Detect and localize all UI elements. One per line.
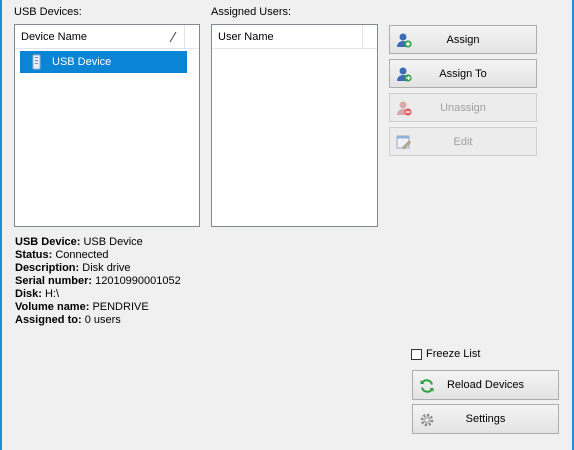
usb-device-icon	[32, 54, 41, 70]
user-name-column-header[interactable]: User Name	[212, 24, 363, 49]
assign-to-button[interactable]: Assign To	[389, 59, 537, 88]
user-name-header-label: User Name	[218, 30, 274, 43]
info-usb-device: USB Device: USB Device	[15, 236, 143, 248]
info-description: Description: Disk drive	[15, 262, 131, 274]
assigned-users-label: Assigned Users:	[211, 6, 292, 18]
settings-button-label: Settings	[465, 413, 506, 425]
remove-user-icon	[397, 101, 412, 116]
assign-to-button-label: Assign To	[439, 67, 487, 80]
edit-icon	[396, 135, 411, 149]
freeze-list-checkbox-box[interactable]	[411, 348, 422, 360]
info-disk: Disk: H:\	[15, 288, 60, 300]
device-row-usb-device[interactable]: USB Device	[20, 51, 187, 73]
edit-button[interactable]: Edit	[389, 127, 537, 156]
assign-button[interactable]: Assign	[389, 25, 537, 54]
unassign-button-label: Unassign	[440, 101, 486, 114]
info-status: Status: Connected	[15, 249, 109, 261]
device-name-column-header[interactable]: Device Name	[15, 24, 185, 49]
device-row-label: USB Device	[52, 56, 112, 68]
gear-icon	[420, 413, 434, 427]
info-volume-name: Volume name: PENDRIVE	[15, 301, 149, 313]
info-serial-number: Serial number: 12010990001052	[15, 275, 181, 287]
device-name-header-label: Device Name	[21, 30, 88, 43]
freeze-list-label: Freeze List	[426, 348, 481, 360]
unassign-button[interactable]: Unassign	[389, 93, 537, 122]
freeze-list-checkbox[interactable]: Freeze List	[411, 348, 480, 360]
settings-button[interactable]: Settings	[412, 404, 559, 434]
window-left-edge	[0, 0, 2, 450]
assigned-users-list[interactable]: User Name	[211, 24, 378, 227]
refresh-icon	[420, 379, 434, 393]
reload-devices-button[interactable]: Reload Devices	[412, 370, 559, 400]
users-list-header: User Name	[212, 24, 377, 49]
usb-devices-list[interactable]: Device Name USB Device	[14, 24, 200, 227]
info-assigned-to: Assigned to: 0 users	[15, 314, 121, 326]
devices-list-header: Device Name	[15, 24, 199, 49]
reload-devices-button-label: Reload Devices	[446, 379, 525, 391]
add-user-icon	[397, 33, 412, 48]
edit-button-label: Edit	[453, 135, 473, 148]
usb-devices-label: USB Devices:	[14, 6, 82, 18]
assign-user-icon	[397, 67, 412, 82]
assign-button-label: Assign	[446, 33, 480, 46]
sort-indicator-icon	[169, 31, 177, 42]
